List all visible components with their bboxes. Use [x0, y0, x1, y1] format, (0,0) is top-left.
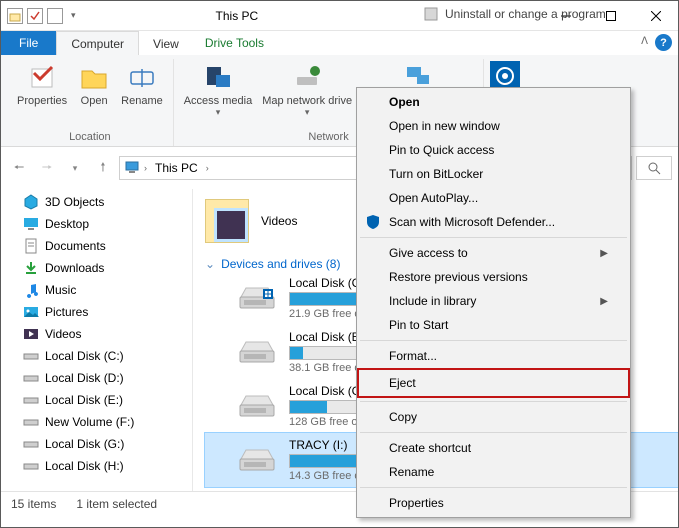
- submenu-arrow-icon: ▶: [600, 248, 608, 259]
- navigation-pane[interactable]: 3D Objects Desktop Documents Downloads M…: [1, 189, 193, 491]
- ctx-pin-quick-access[interactable]: Pin to Quick access: [359, 138, 628, 162]
- context-menu: Open Open in new window Pin to Quick acc…: [356, 87, 631, 518]
- qat-properties-icon[interactable]: [27, 8, 43, 24]
- up-button[interactable]: 🠕: [91, 156, 115, 180]
- nav-local-disk-h[interactable]: Local Disk (H:): [1, 455, 192, 477]
- drive-icon: [23, 348, 39, 364]
- properties-button[interactable]: Properties: [13, 59, 71, 109]
- search-icon: [648, 162, 661, 175]
- ctx-open[interactable]: Open: [359, 90, 628, 114]
- nav-downloads[interactable]: Downloads: [1, 257, 192, 279]
- drive-tools-tab[interactable]: Drive Tools: [195, 31, 274, 55]
- ctx-give-access[interactable]: Give access to▶: [359, 241, 628, 265]
- ctx-format[interactable]: Format...: [359, 344, 628, 368]
- 3d-objects-icon: [23, 194, 39, 210]
- access-media-icon: [202, 61, 234, 93]
- rename-icon: [126, 61, 158, 93]
- drive-icon: [237, 391, 277, 421]
- ctx-eject[interactable]: Eject: [359, 370, 628, 396]
- open-folder-icon: [78, 61, 110, 93]
- nav-local-disk-g[interactable]: Local Disk (G:): [1, 433, 192, 455]
- downloads-icon: [23, 260, 39, 276]
- pc-icon: [124, 159, 140, 178]
- status-item-count: 15 items: [11, 497, 56, 511]
- search-box[interactable]: [636, 156, 672, 180]
- qat-dropdown-icon[interactable]: ▾: [67, 10, 80, 21]
- ctx-separator: [360, 487, 627, 488]
- defender-shield-icon: [365, 214, 381, 230]
- drive-icon: [237, 283, 277, 313]
- window-title: This PC: [206, 9, 269, 23]
- drive-icon: [23, 436, 39, 452]
- ctx-create-shortcut[interactable]: Create shortcut: [359, 436, 628, 460]
- drive-icon: [23, 458, 39, 474]
- ctx-copy[interactable]: Copy: [359, 405, 628, 429]
- nav-local-disk-e[interactable]: Local Disk (E:): [1, 389, 192, 411]
- videos-icon: [23, 326, 39, 342]
- quick-access-toolbar: ▾: [1, 8, 86, 24]
- nav-desktop[interactable]: Desktop: [1, 213, 192, 235]
- open-button[interactable]: Open: [73, 59, 115, 109]
- back-button[interactable]: 🠔: [7, 156, 31, 180]
- ctx-properties[interactable]: Properties: [359, 491, 628, 515]
- drive-icon: [23, 392, 39, 408]
- drive-icon: [23, 370, 39, 386]
- uninstall-program-button[interactable]: Uninstall or change a program: [419, 5, 610, 23]
- drive-icon: [237, 445, 277, 475]
- pictures-icon: [23, 304, 39, 320]
- close-button[interactable]: [633, 1, 678, 31]
- properties-icon: [26, 61, 58, 93]
- view-tab[interactable]: View: [139, 31, 193, 55]
- uninstall-icon: [423, 6, 439, 22]
- access-media-button[interactable]: Access media▾: [180, 59, 256, 120]
- collapse-ribbon-icon[interactable]: ᐱ: [641, 36, 648, 47]
- explorer-icon: [7, 8, 23, 24]
- map-network-drive-button[interactable]: Map network drive▾: [258, 59, 356, 120]
- ctx-separator: [360, 432, 627, 433]
- drive-icon: [23, 414, 39, 430]
- nav-pictures[interactable]: Pictures: [1, 301, 192, 323]
- nav-local-disk-c[interactable]: Local Disk (C:): [1, 345, 192, 367]
- ctx-restore-versions[interactable]: Restore previous versions: [359, 265, 628, 289]
- chevron-down-icon: ⌄: [205, 257, 215, 271]
- nav-new-volume-f[interactable]: New Volume (F:): [1, 411, 192, 433]
- help-icon[interactable]: ?: [655, 34, 672, 51]
- ctx-include-library[interactable]: Include in library▶: [359, 289, 628, 313]
- nav-3d-objects[interactable]: 3D Objects: [1, 191, 192, 213]
- ctx-separator: [360, 237, 627, 238]
- nav-local-disk-d[interactable]: Local Disk (D:): [1, 367, 192, 389]
- forward-button[interactable]: 🠖: [35, 156, 59, 180]
- videos-folder-icon: [205, 199, 249, 243]
- ctx-separator: [360, 401, 627, 402]
- ctx-pin-start[interactable]: Pin to Start: [359, 313, 628, 337]
- computer-tab[interactable]: Computer: [56, 31, 139, 55]
- documents-icon: [23, 238, 39, 254]
- status-selection: 1 item selected: [76, 497, 157, 511]
- breadcrumb-this-pc[interactable]: This PC: [151, 161, 202, 175]
- rename-button[interactable]: Rename: [117, 59, 167, 109]
- qat-new-folder-icon[interactable]: [47, 8, 63, 24]
- ctx-eject-highlight: Eject: [357, 368, 630, 398]
- ctx-rename[interactable]: Rename: [359, 460, 628, 484]
- file-tab[interactable]: File: [1, 31, 56, 55]
- nav-videos[interactable]: Videos: [1, 323, 192, 345]
- recent-locations-button[interactable]: ▾: [63, 156, 87, 180]
- ctx-bitlocker[interactable]: Turn on BitLocker: [359, 162, 628, 186]
- ribbon-tabs: File Computer View Drive Tools ᐱ ?: [1, 31, 678, 55]
- music-icon: [23, 282, 39, 298]
- nav-documents[interactable]: Documents: [1, 235, 192, 257]
- map-drive-icon: [291, 61, 323, 93]
- drive-icon: [237, 337, 277, 367]
- nav-music[interactable]: Music: [1, 279, 192, 301]
- ctx-defender[interactable]: Scan with Microsoft Defender...: [359, 210, 628, 234]
- ctx-autoplay[interactable]: Open AutoPlay...: [359, 186, 628, 210]
- ctx-separator: [360, 340, 627, 341]
- ribbon-group-location: Properties Open Rename Location: [7, 59, 174, 146]
- desktop-icon: [23, 216, 39, 232]
- ctx-open-new-window[interactable]: Open in new window: [359, 114, 628, 138]
- submenu-arrow-icon: ▶: [600, 296, 608, 307]
